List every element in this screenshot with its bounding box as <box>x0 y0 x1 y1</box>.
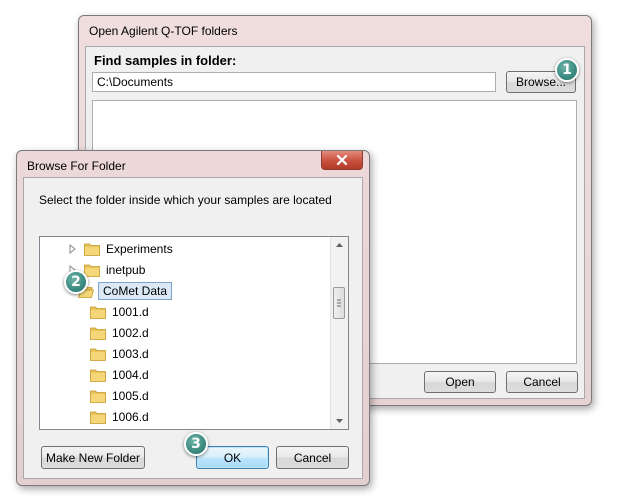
folder-tree[interactable]: Experiments inetpub CoMet Data 1001.d 10… <box>39 236 349 430</box>
tree-item-1001[interactable]: 1001.d <box>90 302 149 322</box>
folder-icon <box>90 390 106 403</box>
tree-item-label: 1002.d <box>112 326 149 340</box>
ok-button[interactable]: OK <box>196 446 269 469</box>
find-samples-label: Find samples in folder: <box>94 53 237 68</box>
tree-item-label: 1004.d <box>112 368 149 382</box>
folder-icon <box>90 306 106 319</box>
tree-item-label: inetpub <box>106 263 146 277</box>
tree-item-label: Experiments <box>106 242 173 256</box>
dialog-title: Open Agilent Q-TOF folders <box>89 24 238 38</box>
open-button[interactable]: Open <box>424 371 496 393</box>
tree-item-comet-data[interactable]: CoMet Data <box>78 281 173 301</box>
folder-path-field[interactable] <box>92 72 496 92</box>
scroll-up-arrow-icon[interactable] <box>331 237 348 254</box>
close-icon <box>336 155 348 165</box>
tree-item-experiments[interactable]: Experiments <box>68 239 173 259</box>
tree-item-1003[interactable]: 1003.d <box>90 344 149 364</box>
expand-arrow-icon[interactable] <box>68 244 78 254</box>
step-marker-1: 1 <box>555 58 579 82</box>
folder-icon <box>84 243 100 256</box>
folder-icon <box>90 411 106 424</box>
browse-cancel-button[interactable]: Cancel <box>276 446 349 469</box>
tree-item-1006[interactable]: 1006.d <box>90 407 149 427</box>
tree-item-label: 1006.d <box>112 410 149 424</box>
tree-item-label: CoMet Data <box>98 282 173 300</box>
tree-item-label: 1003.d <box>112 347 149 361</box>
tree-item-label: 1005.d <box>112 389 149 403</box>
folder-icon <box>84 264 100 277</box>
grip-icon <box>337 299 341 307</box>
step-marker-2: 2 <box>64 270 88 294</box>
folder-icon <box>90 369 106 382</box>
tree-item-1004[interactable]: 1004.d <box>90 365 149 385</box>
close-button[interactable] <box>321 151 363 170</box>
browse-instruction: Select the folder inside which your samp… <box>39 193 332 207</box>
scroll-down-arrow-icon[interactable] <box>331 412 348 429</box>
scrollbar-thumb[interactable] <box>333 287 345 319</box>
step-marker-3: 3 <box>184 432 208 456</box>
tree-scrollbar[interactable] <box>330 237 348 429</box>
make-new-folder-button[interactable]: Make New Folder <box>41 446 145 469</box>
folder-icon <box>90 348 106 361</box>
cancel-button[interactable]: Cancel <box>506 371 578 393</box>
tree-item-label: 1001.d <box>112 305 149 319</box>
folder-icon <box>90 327 106 340</box>
tree-item-1002[interactable]: 1002.d <box>90 323 149 343</box>
tree-item-1005[interactable]: 1005.d <box>90 386 149 406</box>
